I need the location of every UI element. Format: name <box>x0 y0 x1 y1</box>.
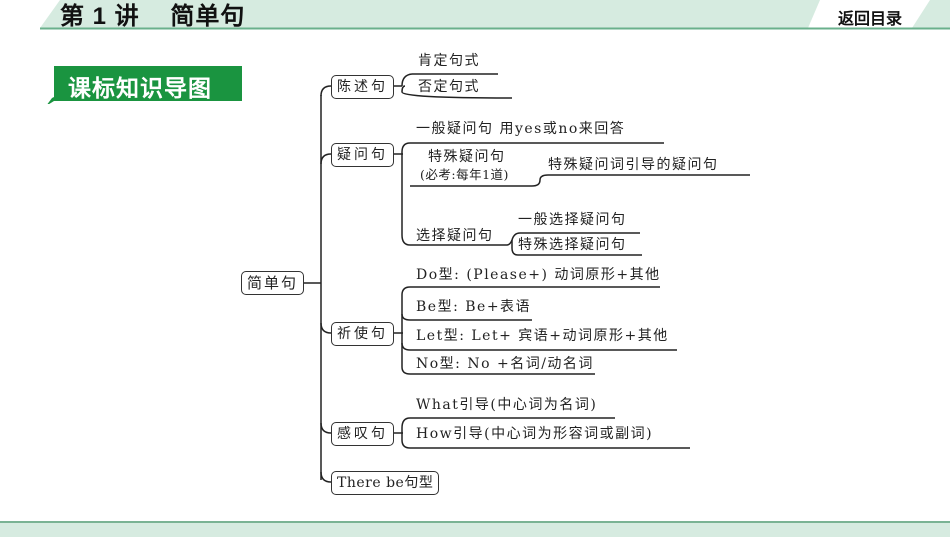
branch-imperative: 祈使句 <box>331 322 394 346</box>
hook-imperative <box>320 322 332 334</box>
hook-there-be <box>320 471 332 483</box>
leaf-general-question: 一般疑问句 用yes或no来回答 <box>416 121 626 137</box>
branch-exclamatory: 感叹句 <box>331 422 394 446</box>
leaf-affirmative: 肯定句式 <box>418 53 480 69</box>
leaf-alternative-question: 选择疑问句 <box>416 228 494 244</box>
leaf-do-type: Do型: (Please+) 动词原形+其他 <box>416 267 661 283</box>
branch-there-be: There be句型 <box>331 471 440 495</box>
leaf-be-type: Be型: Be+表语 <box>416 299 532 315</box>
leaf-special-question-note: (必考:每年1道) <box>420 167 509 182</box>
leaf-special-question: 特殊疑问句 <box>428 149 506 165</box>
leaf-special-wh-question: 特殊疑问词引导的疑问句 <box>548 157 719 173</box>
hook-interrogative <box>320 153 332 165</box>
leaf-special-alternative: 特殊选择疑问句 <box>518 237 627 253</box>
leaf-negative: 否定句式 <box>418 79 480 95</box>
branch-declarative: 陈述句 <box>331 75 394 99</box>
leaf-no-type: No型: No +名词/动名词 <box>416 356 594 372</box>
leaf-general-alternative: 一般选择疑问句 <box>518 212 627 228</box>
root-node: 简单句 <box>241 271 305 295</box>
leaf-how-exclamation: How引导(中心词为形容词或副词) <box>416 426 654 442</box>
hook-exclamatory <box>320 422 332 434</box>
leaf-let-type: Let型: Let+ 宾语+动词原形+其他 <box>416 328 669 344</box>
branch-interrogative: 疑问句 <box>331 143 394 167</box>
hook-declarative <box>320 85 332 97</box>
leaf-what-exclamation: What引导(中心词为名词) <box>416 397 598 413</box>
